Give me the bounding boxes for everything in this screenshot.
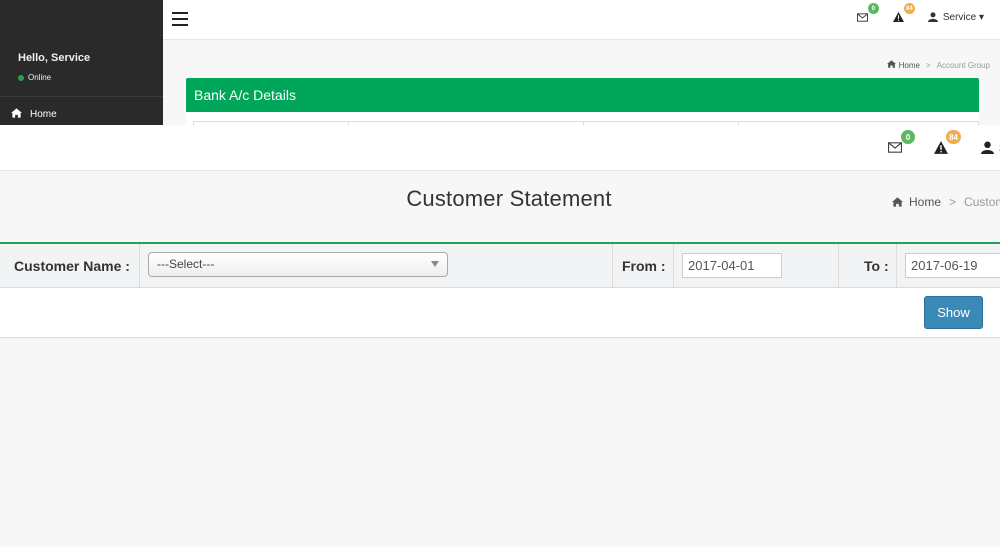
background-page: Hello, Service Online Home 0 84 Service …	[0, 0, 1000, 125]
sidebar-item-label: Home	[30, 109, 57, 120]
background-top-icons: 0 84 Service ▾	[856, 3, 984, 24]
customer-statement-page: 0 84 S Customer Statement Home > Custom	[0, 125, 1000, 547]
breadcrumb-home[interactable]: Home	[892, 195, 941, 209]
alert-icon[interactable]: 84	[933, 130, 961, 155]
online-dot-icon	[18, 74, 24, 81]
mail-icon[interactable]: 0	[887, 130, 915, 155]
customer-name-label: Customer Name :	[14, 258, 130, 274]
to-label: To :	[864, 258, 889, 274]
sidebar-status-label: Online	[28, 73, 52, 82]
user-menu[interactable]: S	[979, 139, 1000, 155]
background-breadcrumb: Home > Account Group	[887, 60, 990, 70]
breadcrumb-separator: >	[925, 60, 931, 70]
chevron-down-icon	[431, 261, 439, 267]
action-row: Show	[0, 288, 1000, 338]
panel-header: Bank A/c Details	[186, 78, 979, 112]
alert-count-badge: 84	[946, 130, 961, 144]
customer-select[interactable]: ---Select---	[148, 252, 448, 277]
customer-select-value: ---Select---	[157, 257, 215, 271]
mail-count-badge: 0	[867, 3, 879, 14]
user-menu-label: Service ▾	[942, 11, 984, 23]
sidebar-greeting: Hello, Service	[18, 52, 91, 64]
breadcrumb: Home > Custom	[892, 195, 1000, 209]
from-label: From :	[622, 258, 666, 274]
topbar-icons: 0 84 S	[887, 130, 1000, 155]
page-header: Customer Statement Home > Custom	[0, 172, 1000, 241]
alert-icon[interactable]: 84	[892, 3, 915, 24]
sidebar-divider	[0, 96, 163, 97]
breadcrumb-current: Account Group	[936, 60, 990, 70]
to-date-input[interactable]	[905, 253, 1000, 278]
menu-toggle-icon[interactable]	[172, 12, 188, 26]
from-date-input[interactable]	[682, 253, 782, 278]
mail-count-badge: 0	[901, 130, 915, 144]
mail-icon[interactable]: 0	[856, 3, 879, 24]
breadcrumb-separator: >	[949, 195, 957, 209]
user-icon	[979, 139, 995, 155]
show-button[interactable]: Show	[924, 296, 983, 329]
alert-count-badge: 84	[903, 3, 915, 14]
user-icon	[927, 12, 938, 22]
sidebar-item-home[interactable]: Home	[11, 108, 57, 121]
breadcrumb-home[interactable]: Home	[887, 60, 920, 70]
results-area	[0, 339, 1000, 547]
user-menu[interactable]: Service ▾	[927, 11, 984, 23]
home-icon	[892, 197, 903, 207]
filter-bar: Customer Name : ---Select--- From : To :	[0, 242, 1000, 288]
topbar: 0 84 S	[0, 125, 1000, 171]
sidebar-status: Online	[18, 73, 51, 82]
home-icon	[887, 60, 897, 68]
home-icon	[11, 108, 22, 121]
page-title: Customer Statement	[406, 186, 612, 211]
breadcrumb-current: Custom	[964, 195, 1000, 209]
